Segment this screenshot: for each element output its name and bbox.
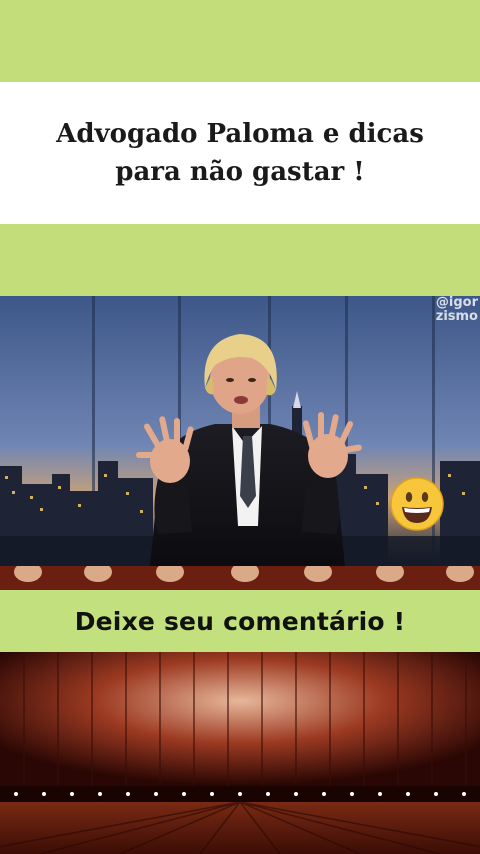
watermark: @igor zismo	[436, 296, 478, 324]
page-title: Advogado Paloma e dicas para não gastar …	[56, 119, 424, 187]
watermark-line-1: @igor	[435, 296, 478, 310]
stage-lights-graphic	[0, 566, 480, 590]
top-green-band	[0, 0, 480, 82]
stage-lights-strip	[0, 566, 480, 590]
stage-curtain-area	[0, 652, 480, 854]
comment-banner: Deixe seu comentário !	[0, 590, 480, 652]
grinning-face-icon	[390, 477, 444, 531]
video-frame[interactable]: @igor zismo	[0, 296, 480, 566]
title-card: Advogado Paloma e dicas para não gastar …	[0, 82, 480, 224]
comment-call-to-action: Deixe seu comentário !	[74, 606, 406, 636]
stage-curtain-graphic	[0, 652, 480, 854]
middle-green-band	[0, 224, 480, 296]
watermark-line-2: zismo	[435, 309, 478, 324]
